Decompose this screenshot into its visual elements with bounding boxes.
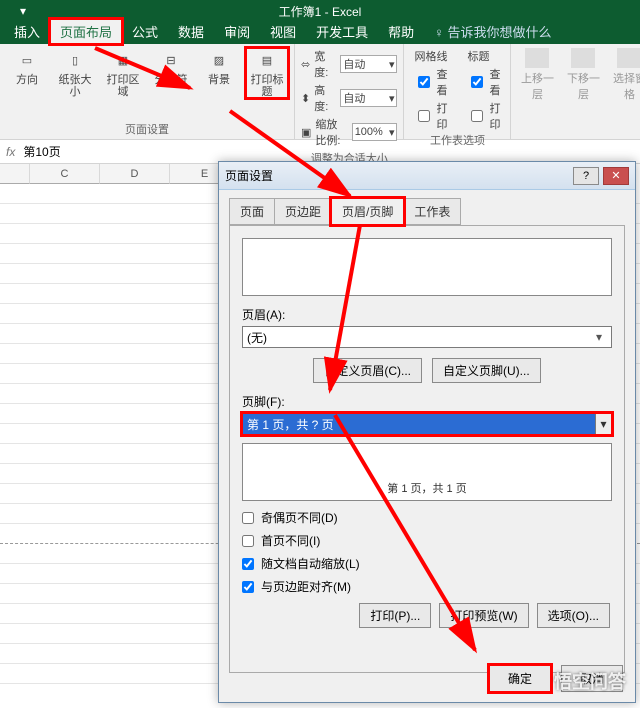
- gridlines-print-check[interactable]: 打印: [414, 100, 447, 132]
- dialog-tab-header-footer[interactable]: 页眉/页脚: [331, 198, 404, 225]
- header-value: (无): [247, 329, 267, 346]
- align-margin-check[interactable]: 与页边距对齐(M): [242, 578, 612, 595]
- group-page-label: 页面设置: [125, 121, 169, 137]
- dialog-help-button[interactable]: ?: [573, 167, 599, 185]
- group-sheet-options: 网格线 查看 打印 标题 查看 打印 工作表选项: [404, 44, 511, 139]
- view-label2: 查看: [489, 66, 500, 98]
- app-title: 工作簿1 - Excel: [0, 3, 640, 20]
- backward-label: 下移一层: [563, 70, 603, 102]
- send-backward-button: 下移一层: [563, 48, 603, 102]
- tab-help[interactable]: 帮助: [378, 19, 424, 44]
- titles-label: 打印标题: [246, 74, 288, 98]
- headings-label: 标题: [467, 48, 500, 64]
- tab-view[interactable]: 视图: [260, 19, 306, 44]
- footer-select[interactable]: 第 1 页，共 ? 页 ▾: [242, 413, 612, 435]
- col-c[interactable]: C: [30, 164, 100, 184]
- tab-insert[interactable]: 插入: [4, 19, 50, 44]
- width-select[interactable]: 自动▾: [340, 55, 397, 73]
- height-label: 高度:: [314, 82, 336, 114]
- background-button[interactable]: ▨背景: [198, 48, 240, 86]
- chevron-down-icon: ▾: [591, 330, 607, 344]
- print-area-button[interactable]: ▦打印区域: [102, 48, 144, 98]
- first-diff-check[interactable]: 首页不同(I): [242, 532, 612, 549]
- header-select[interactable]: (无) ▾: [242, 326, 612, 348]
- tab-review[interactable]: 审阅: [214, 19, 260, 44]
- dialog-preview-button[interactable]: 打印预览(W): [439, 603, 528, 628]
- group-scale: ⬄宽度:自动▾ ⬍高度:自动▾ ▣缩放比例:100%▾ 调整为合适大小: [295, 44, 404, 139]
- orientation-label: 方向: [16, 74, 38, 86]
- custom-header-button[interactable]: 自定义页眉(C)...: [313, 358, 422, 383]
- align-margin-label: 与页边距对齐(M): [261, 578, 351, 595]
- tab-dev[interactable]: 开发工具: [306, 19, 378, 44]
- chevron-down-icon: ▾: [595, 414, 611, 434]
- dialog-content: 页眉(A): (无) ▾ 自定义页眉(C)... 自定义页脚(U)... 页脚(F…: [229, 225, 625, 673]
- selpane-label: 选择窗格: [609, 70, 640, 102]
- cancel-button[interactable]: 取消: [561, 665, 623, 692]
- print-label: 打印: [436, 100, 447, 132]
- page-setup-dialog: 页面设置 ? ✕ 页面 页边距 页眉/页脚 工作表 页眉(A): (无) ▾ 自定…: [218, 161, 636, 703]
- footer-label: 页脚(F):: [242, 393, 612, 410]
- selection-pane-button: 选择窗格: [609, 48, 640, 102]
- breaks-button[interactable]: ⊟分隔符: [150, 48, 192, 86]
- bg-label: 背景: [208, 74, 230, 86]
- group-page-setup: ▭方向 ▯纸张大小 ▦打印区域 ⊟分隔符 ▨背景 ▤打印标题 页面设置: [0, 44, 295, 139]
- ok-button[interactable]: 确定: [489, 665, 551, 692]
- header-label: 页眉(A):: [242, 306, 612, 323]
- quick-access[interactable]: ▾: [20, 4, 26, 18]
- col-blank[interactable]: [0, 164, 30, 184]
- scale-doc-label: 随文档自动缩放(L): [261, 555, 360, 572]
- scale-select[interactable]: 100%▾: [352, 123, 398, 141]
- height-value: 自动: [343, 90, 365, 106]
- width-value: 自动: [343, 56, 365, 72]
- dialog-tab-margins[interactable]: 页边距: [274, 198, 332, 225]
- dialog-titlebar[interactable]: 页面设置 ? ✕: [219, 162, 635, 190]
- scale-doc-check[interactable]: 随文档自动缩放(L): [242, 555, 612, 572]
- odd-even-check[interactable]: 奇偶页不同(D): [242, 509, 612, 526]
- size-label: 纸张大小: [54, 74, 96, 98]
- tab-formulas[interactable]: 公式: [122, 19, 168, 44]
- ribbon: ▭方向 ▯纸张大小 ▦打印区域 ⊟分隔符 ▨背景 ▤打印标题 页面设置 ⬄宽度:…: [0, 44, 640, 140]
- height-select[interactable]: 自动▾: [340, 89, 397, 107]
- formula-value[interactable]: 第10页: [23, 143, 634, 160]
- headings-view-check[interactable]: 查看: [467, 66, 500, 98]
- tell-me[interactable]: ♀ 告诉我你想做什么: [424, 19, 561, 44]
- dialog-title: 页面设置: [225, 167, 273, 184]
- gridlines-label: 网格线: [414, 48, 447, 64]
- col-d[interactable]: D: [100, 164, 170, 184]
- footer-preview: 第 1 页，共 1 页: [242, 443, 612, 501]
- view-label: 查看: [436, 66, 447, 98]
- orientation-button[interactable]: ▭方向: [6, 48, 48, 86]
- breaks-label: 分隔符: [155, 74, 188, 86]
- header-preview: [242, 238, 612, 296]
- print-label2: 打印: [489, 100, 500, 132]
- forward-label: 上移一层: [517, 70, 557, 102]
- bring-forward-button: 上移一层: [517, 48, 557, 102]
- tell-me-label: 告诉我你想做什么: [448, 25, 552, 40]
- custom-footer-button[interactable]: 自定义页脚(U)...: [432, 358, 541, 383]
- tab-page-layout[interactable]: 页面布局: [50, 19, 122, 44]
- tab-data[interactable]: 数据: [168, 19, 214, 44]
- group-arrange: 上移一层 下移一层 选择窗格: [511, 44, 640, 139]
- dialog-tabs: 页面 页边距 页眉/页脚 工作表: [219, 190, 635, 225]
- size-button[interactable]: ▯纸张大小: [54, 48, 96, 98]
- dialog-tab-sheet[interactable]: 工作表: [403, 198, 461, 225]
- dialog-tab-page[interactable]: 页面: [229, 198, 275, 225]
- dialog-print-button[interactable]: 打印(P)...: [359, 603, 431, 628]
- width-label: 宽度:: [314, 48, 336, 80]
- ribbon-tabs: 插入 页面布局 公式 数据 审阅 视图 开发工具 帮助 ♀ 告诉我你想做什么: [0, 22, 640, 44]
- gridlines-view-check[interactable]: 查看: [414, 66, 447, 98]
- odd-even-label: 奇偶页不同(D): [261, 509, 338, 526]
- area-label: 打印区域: [102, 74, 144, 98]
- first-diff-label: 首页不同(I): [261, 532, 320, 549]
- headings-print-check[interactable]: 打印: [467, 100, 500, 132]
- dialog-close-button[interactable]: ✕: [603, 167, 629, 185]
- scale-value: 100%: [355, 126, 383, 138]
- print-titles-button[interactable]: ▤打印标题: [246, 48, 288, 98]
- fx-icon[interactable]: fx: [6, 145, 15, 159]
- footer-value: 第 1 页，共 ? 页: [247, 416, 334, 433]
- dialog-options-button[interactable]: 选项(O)...: [537, 603, 610, 628]
